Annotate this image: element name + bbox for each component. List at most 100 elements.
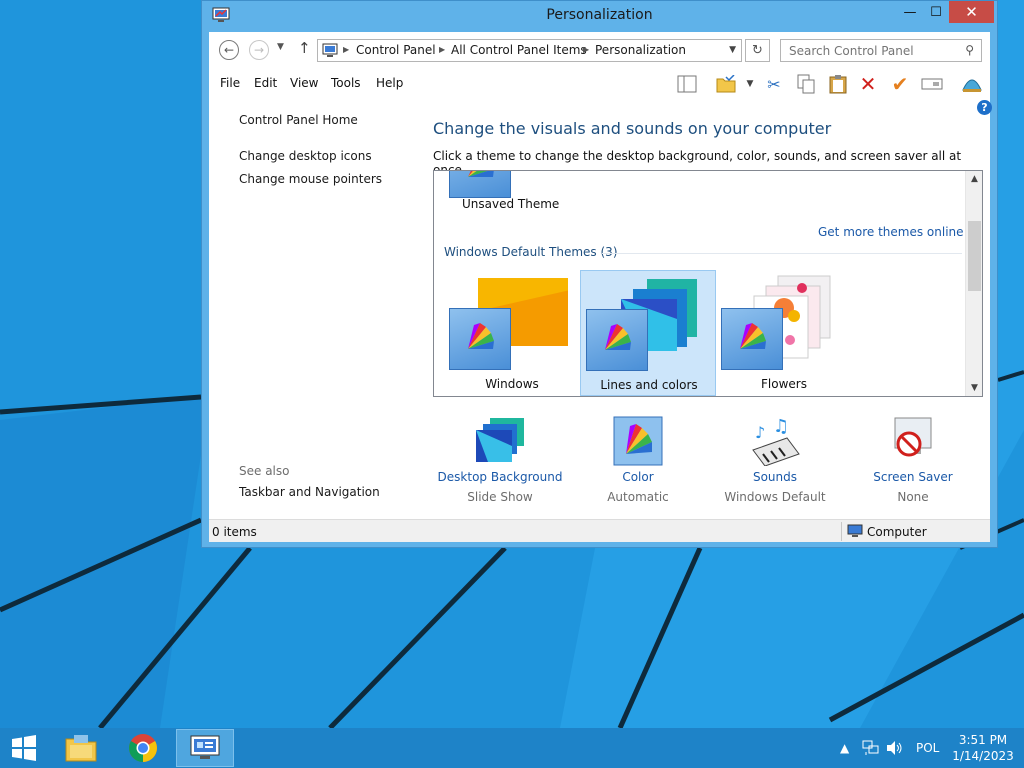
windows-theme-palette-icon [449,308,511,370]
file-explorer-taskbar-button[interactable] [52,729,110,767]
scroll-up-icon[interactable]: ▲ [966,174,982,184]
menu-view[interactable]: View [290,76,318,90]
properties-check-icon[interactable]: ✔ [889,72,911,96]
help-icon[interactable]: ? [977,100,992,115]
breadcrumb-separator-icon[interactable]: ▶ [583,45,589,54]
theme-flowers[interactable]: Flowers [716,270,852,396]
shell-icon[interactable] [961,73,983,95]
control-panel-icon [322,43,338,57]
volume-icon[interactable] [886,740,904,756]
color-setting[interactable]: Color Automatic [563,410,713,510]
taskbar-navigation-link[interactable]: Taskbar and Navigation [239,485,380,499]
unsaved-theme-label[interactable]: Unsaved Theme [462,197,559,211]
color-palette-icon [468,171,494,177]
folder-options-chevron-icon[interactable]: ▼ [739,73,761,95]
scroll-down-icon[interactable]: ▼ [966,383,982,393]
clock-date: 1/14/2023 [952,749,1014,763]
theme-windows[interactable]: Windows [444,270,580,396]
input-language-indicator[interactable]: POL [916,728,939,768]
menu-help[interactable]: Help [376,76,403,90]
preview-pane-icon[interactable] [676,73,698,95]
color-icon[interactable] [612,416,664,466]
paste-icon[interactable] [827,73,849,95]
search-icon[interactable]: ⚲ [965,43,974,57]
personalization-window: Personalization — ☐ ✕ ← → ▼ ↑ ▶ Control … [201,0,998,548]
chrome-taskbar-button[interactable] [114,729,172,767]
desktop-background-icon[interactable] [474,416,526,466]
control-panel-home-link[interactable]: Control Panel Home [239,113,358,127]
search-box[interactable]: ⚲ [780,39,982,62]
copy-icon[interactable] [795,73,817,95]
theme-flowers-label: Flowers [761,377,807,391]
scroll-thumb[interactable] [968,221,981,291]
theme-list-scrollbar[interactable]: ▲ ▼ [965,171,982,396]
change-desktop-icons-link[interactable]: Change desktop icons [239,149,372,163]
color-title[interactable]: Color [563,470,713,484]
rename-icon[interactable] [921,73,943,95]
address-bar[interactable]: ▶ Control Panel ▶ All Control Panel Item… [317,39,742,62]
menu-edit[interactable]: Edit [254,76,277,90]
navigation-bar: ← → ▼ ↑ ▶ Control Panel ▶ All Control Pa… [209,32,990,68]
sounds-title[interactable]: Sounds [700,470,850,484]
windows-logo-icon[interactable] [10,734,38,762]
desktop-background-setting[interactable]: Desktop Background Slide Show [425,410,575,510]
change-mouse-pointers-link[interactable]: Change mouse pointers [239,172,382,186]
sounds-setting[interactable]: ♪ ♫ Sounds Windows Default [700,410,850,510]
maximize-button[interactable]: ☐ [923,1,949,23]
status-bar: 0 items Computer [209,519,990,542]
breadcrumb-separator-icon[interactable]: ▶ [439,45,445,54]
address-dropdown-icon[interactable]: ▼ [729,45,736,55]
lines-and-colors-palette-icon [586,309,648,371]
sounds-icon[interactable]: ♪ ♫ [749,416,801,466]
chrome-icon[interactable] [128,733,158,763]
unsaved-theme-thumbnail[interactable] [449,171,511,198]
desktop-background-title[interactable]: Desktop Background [425,470,575,484]
up-arrow-icon[interactable]: ↑ [298,39,311,57]
folder-options-icon[interactable] [715,73,737,95]
refresh-icon[interactable]: ↻ [745,39,770,62]
show-hidden-icons-arrow[interactable]: ▲ [840,728,849,768]
menu-tools[interactable]: Tools [331,76,361,90]
left-navigation-pane: Control Panel Home Change desktop icons … [209,98,424,518]
get-more-themes-link[interactable]: Get more themes online [818,225,964,239]
group-divider [602,253,962,254]
taskbar: ▲ POL 3:51 PM 1/14/2023 [0,728,1024,768]
breadcrumb-control-panel[interactable]: Control Panel [356,43,436,57]
window-title: Personalization [546,7,653,23]
theme-windows-label: Windows [485,377,539,391]
desktop-background-value: Slide Show [467,490,533,504]
screen-saver-setting[interactable]: Screen Saver None [838,410,988,510]
back-arrow-icon[interactable]: ← [219,40,239,60]
control-panel-taskbar-icon[interactable] [189,734,221,762]
menu-file[interactable]: File [220,76,240,90]
breadcrumb-all-items[interactable]: All Control Panel Items [451,43,587,57]
network-icon[interactable] [862,740,880,756]
screen-saver-icon[interactable] [887,416,939,466]
recent-pages-chevron-icon[interactable]: ▼ [277,42,284,52]
forward-arrow-icon[interactable]: → [249,40,269,60]
theme-list[interactable]: Unsaved Theme Get more themes online Win… [433,170,983,397]
control-panel-taskbar-button[interactable] [176,729,234,767]
breadcrumb-separator-icon: ▶ [343,45,350,54]
flowers-theme-palette-icon [721,308,783,370]
screen-saver-value: None [897,490,929,504]
svg-text:♪: ♪ [755,423,765,442]
cut-icon[interactable]: ✂ [763,73,785,95]
close-button[interactable]: ✕ [949,1,994,23]
system-clock[interactable]: 3:51 PM 1/14/2023 [942,732,1024,764]
start-button[interactable] [0,728,48,768]
computer-icon [847,524,863,537]
color-value: Automatic [607,490,669,504]
theme-group-heading: Windows Default Themes (3) [444,245,618,259]
breadcrumb-personalization[interactable]: Personalization [595,43,686,57]
title-bar[interactable]: Personalization — ☐ ✕ [202,1,997,31]
minimize-button[interactable]: — [897,1,923,23]
screen-saver-title[interactable]: Screen Saver [838,470,988,484]
search-input[interactable] [781,40,957,61]
page-title: Change the visuals and sounds on your co… [433,119,832,138]
delete-icon[interactable]: ✕ [857,72,879,96]
status-divider [841,522,842,541]
file-explorer-icon[interactable] [64,733,98,763]
item-count: 0 items [212,525,257,539]
theme-lines-and-colors[interactable]: Lines and colors [580,270,716,396]
